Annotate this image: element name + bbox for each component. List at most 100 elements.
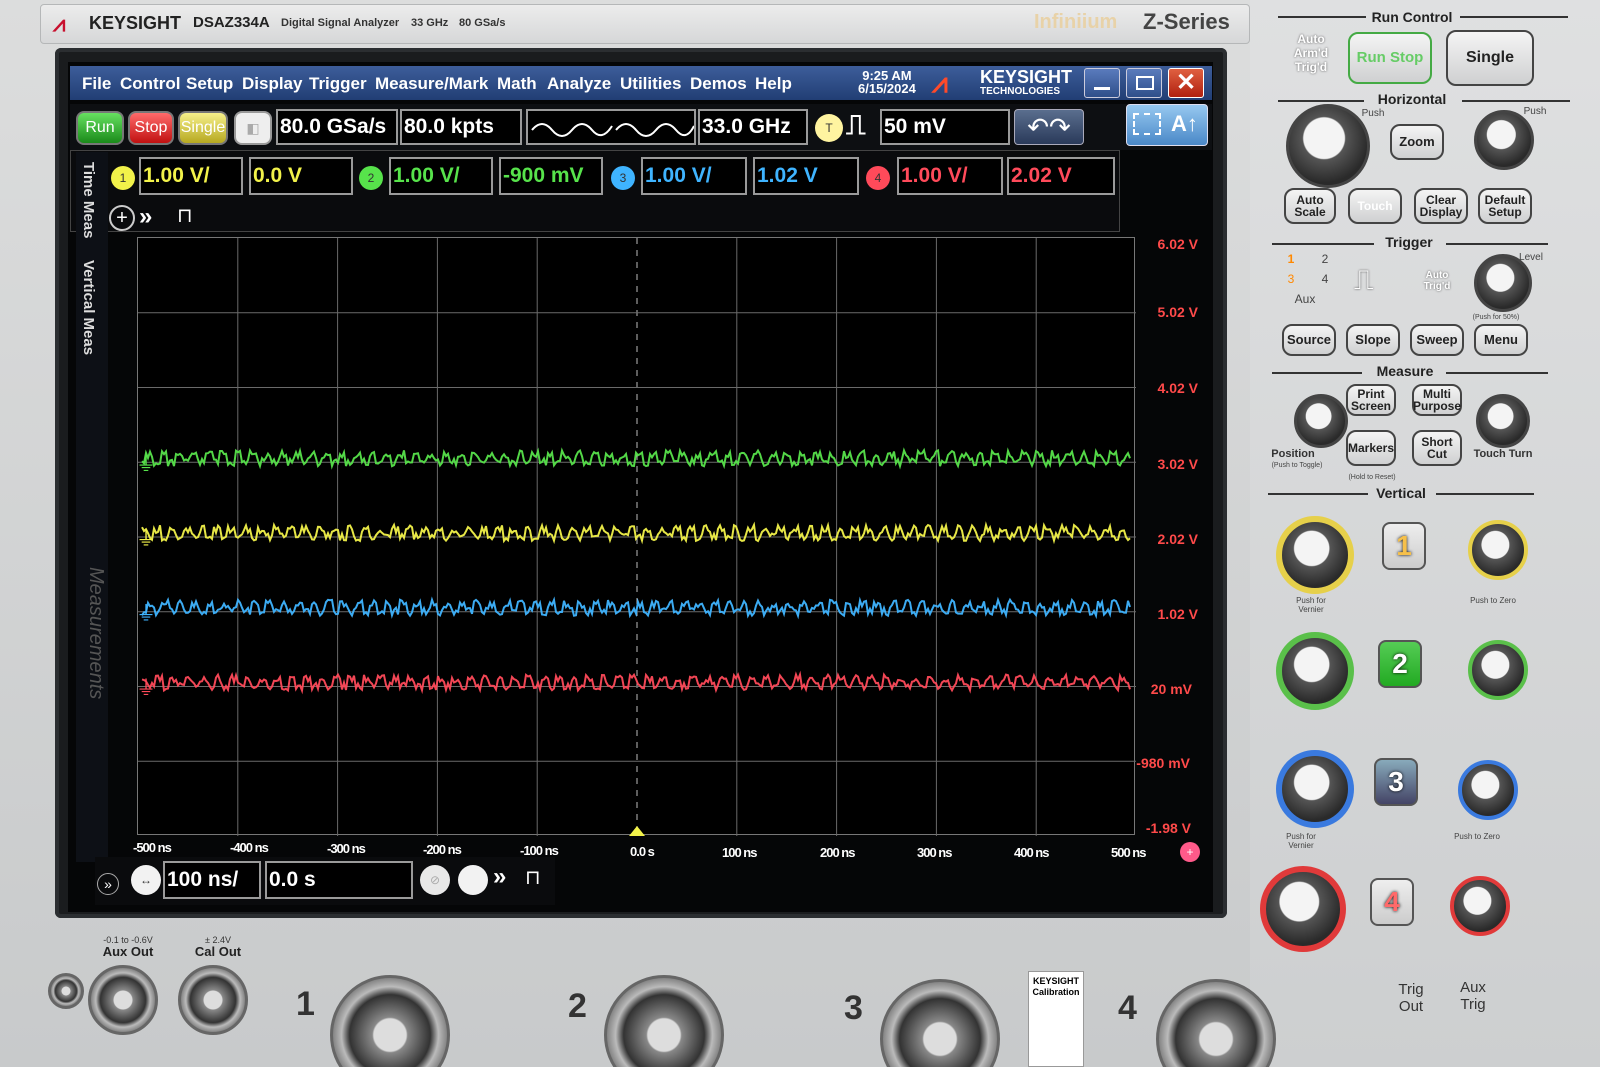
menu-display[interactable]: Display (242, 74, 302, 94)
run-stop-button[interactable]: Run Stop (1348, 32, 1432, 84)
menu-measure-mark[interactable]: Measure/Mark (375, 74, 488, 94)
menu-control[interactable]: Control (120, 74, 180, 94)
model-sample-rate: 80 GSa/s (459, 17, 506, 29)
horizontal-position-knob[interactable] (1474, 110, 1534, 170)
ch2-scale-knob[interactable] (1276, 632, 1354, 710)
tab-time-meas[interactable]: Time Meas (80, 162, 97, 238)
channel-4-badge[interactable]: 4 (866, 166, 890, 190)
add-item-button[interactable]: + (109, 205, 135, 231)
measure-badge-icon[interactable] (458, 865, 488, 895)
input-1-connector[interactable] (330, 975, 450, 1067)
menu-help[interactable]: Help (755, 74, 792, 94)
auto-scale-button[interactable]: Auto Scale (1284, 188, 1336, 224)
bottom-pin-icon[interactable]: ⊓ (525, 865, 541, 890)
undo-button[interactable]: ↶↷ (1014, 109, 1084, 145)
minimize-button[interactable] (1084, 68, 1120, 98)
trig-input-1[interactable]: 1 (1284, 252, 1298, 266)
channel-2-ground-icon[interactable]: ⏚ (136, 451, 156, 475)
channel-1-offset[interactable]: 0.0 V (249, 157, 353, 195)
channel-1-ground-icon[interactable]: ⏚ (136, 526, 156, 550)
ch3-offset-knob[interactable] (1458, 760, 1518, 820)
ch3-push-vernier-label: Push for Vernier (1286, 832, 1316, 850)
bottom-chevron-icon[interactable]: » (493, 863, 506, 891)
single-button[interactable]: Single (178, 111, 228, 145)
keysight-wave-icon: ⩘ (932, 67, 948, 98)
timebase-scale-field[interactable]: 100 ns/ (163, 861, 261, 899)
menu-trigger[interactable]: Trigger (309, 74, 367, 94)
zoom-tools-button[interactable]: A↑ (1126, 104, 1208, 146)
bandwidth-filter-icon[interactable] (526, 109, 696, 145)
close-button[interactable]: ✕ (1168, 68, 1204, 98)
channel-2-offset[interactable]: -900 mV (499, 157, 603, 195)
clear-display-button[interactable]: Clear Display (1414, 188, 1468, 224)
channel-4-scale[interactable]: 1.00 V/ (897, 157, 1003, 195)
sample-rate-field[interactable]: 80.0 GSa/s (276, 109, 398, 145)
input-4-connector[interactable] (1156, 979, 1276, 1067)
sweep-button[interactable]: Sweep (1410, 324, 1464, 356)
channel-3-offset[interactable]: 1.02 V (753, 157, 859, 195)
default-setup-button[interactable]: Default Setup (1478, 188, 1532, 224)
auto-armd-label: Auto Arm'd Trig'd (1293, 32, 1329, 74)
single-panel-button[interactable]: Single (1446, 30, 1534, 86)
bandwidth-field[interactable]: 33.0 GHz (698, 109, 808, 145)
menu-file[interactable]: File (82, 74, 111, 94)
marker-position-knob[interactable] (1294, 394, 1348, 448)
menu-demos[interactable]: Demos (690, 74, 747, 94)
timebase-delay-field[interactable]: 0.0 s (265, 861, 413, 899)
trig-input-2[interactable]: 2 (1318, 252, 1332, 266)
maximize-button[interactable] (1126, 68, 1162, 98)
trig-input-3[interactable]: 3 (1284, 272, 1298, 286)
waveform-graticule[interactable]: ⏚ ⏚ ⏚ ⏚ (136, 237, 1136, 836)
slope-button[interactable]: Slope (1346, 324, 1400, 356)
pin-icon[interactable]: ⊓ (177, 203, 193, 228)
horizontal-badge-icon[interactable]: ↔ (131, 865, 161, 895)
print-screen-button[interactable]: Print Screen (1346, 384, 1396, 416)
run-button[interactable]: Run (76, 111, 124, 145)
acquire-mode-icon[interactable]: ⊘ (420, 865, 450, 895)
channel-3-badge[interactable]: 3 (611, 166, 635, 190)
menu-setup[interactable]: Setup (186, 74, 233, 94)
channel-3-scale[interactable]: 1.00 V/ (641, 157, 747, 195)
memory-depth-field[interactable]: 80.0 kpts (400, 109, 522, 145)
expand-chevron-icon[interactable]: » (139, 203, 152, 231)
menu-utilities[interactable]: Utilities (620, 74, 681, 94)
touch-button[interactable]: Touch (1348, 188, 1402, 224)
expand-bottom-icon[interactable]: » (97, 873, 119, 895)
acquisition-setup-button[interactable]: ◧ (234, 111, 272, 145)
short-cut-button[interactable]: Short Cut (1412, 430, 1462, 466)
markers-button[interactable]: Markers (1346, 430, 1396, 466)
stop-button[interactable]: Stop (128, 111, 174, 145)
channel-4-button[interactable]: 4 (1370, 878, 1414, 926)
cal-out-connector[interactable] (178, 965, 248, 1035)
channel-2-button[interactable]: 2 (1378, 640, 1422, 688)
menu-analyze[interactable]: Analyze (547, 74, 611, 94)
ch1-offset-knob[interactable] (1468, 520, 1528, 580)
ch1-scale-knob[interactable] (1276, 516, 1354, 594)
touch-turn-knob[interactable] (1476, 394, 1530, 448)
trigger-source-icon[interactable]: T (815, 114, 843, 142)
input-3-connector[interactable] (880, 979, 1000, 1067)
aux-out-connector[interactable] (88, 965, 158, 1035)
channel-2-scale[interactable]: 1.00 V/ (389, 157, 493, 195)
channel-4-offset[interactable]: 2.02 V (1007, 157, 1115, 195)
zoom-button[interactable]: Zoom (1390, 124, 1444, 160)
input-2-connector[interactable] (604, 975, 724, 1067)
tab-vertical-meas[interactable]: Vertical Meas (80, 260, 97, 355)
source-button[interactable]: Source (1282, 324, 1336, 356)
channel-2-badge[interactable]: 2 (359, 166, 383, 190)
multi-purpose-button[interactable]: Multi Purpose (1412, 384, 1462, 416)
menu-math[interactable]: Math (497, 74, 537, 94)
trigger-level-field[interactable]: 50 mV (880, 109, 1010, 145)
y-label-8: -1.98 V (1145, 820, 1191, 836)
ground-terminal[interactable] (48, 973, 84, 1009)
ch2-offset-knob[interactable] (1468, 640, 1528, 700)
channel-3-ground-icon[interactable]: ⏚ (136, 601, 156, 625)
channel-1-badge[interactable]: 1 (111, 166, 135, 190)
channel-4-ground-icon[interactable]: ⏚ (136, 676, 156, 700)
channel-3-button[interactable]: 3 (1374, 758, 1418, 806)
trig-input-4[interactable]: 4 (1318, 272, 1332, 286)
ch3-scale-knob[interactable] (1276, 750, 1354, 828)
channel-1-scale[interactable]: 1.00 V/ (139, 157, 243, 195)
trigger-menu-button[interactable]: Menu (1474, 324, 1528, 356)
channel-1-button[interactable]: 1 (1382, 522, 1426, 570)
